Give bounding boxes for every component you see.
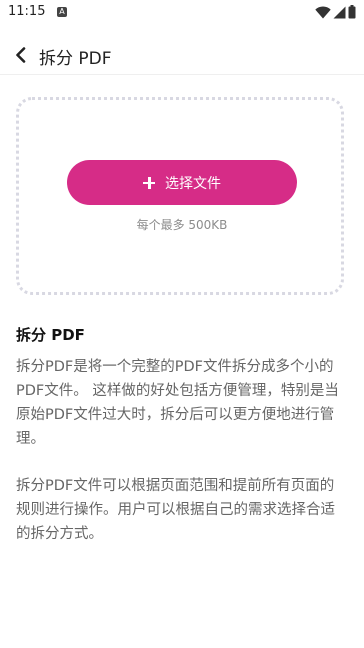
back-button[interactable]: [8, 42, 34, 68]
description-paragraph-1: 拆分PDF是将一个完整的PDF文件拆分成多个小的PDF文件。 这样做的好处包括方…: [16, 359, 339, 447]
notification-badge-icon: A: [57, 7, 67, 17]
section-title: 拆分 PDF: [16, 326, 85, 344]
description-paragraph-2: 拆分PDF文件可以根据页面范围和提前所有页面的规则进行操作。用户可以根据自己的需…: [16, 478, 335, 542]
file-size-hint: 每个最多 500KB: [136, 218, 228, 232]
select-file-label: 选择文件: [165, 174, 221, 191]
back-arrow-icon: [16, 47, 26, 63]
status-time: 11:15: [8, 4, 46, 19]
status-bar: 11:15 A: [0, 0, 364, 24]
wifi-icon: [315, 5, 331, 18]
plus-icon: [143, 176, 155, 189]
signal-icon: [333, 6, 346, 18]
select-file-button[interactable]: 选择文件: [67, 160, 297, 205]
status-icons: [315, 5, 356, 19]
app-bar: 拆分 PDF: [0, 36, 364, 75]
battery-icon: [348, 5, 356, 19]
page-title: 拆分 PDF: [39, 49, 112, 69]
